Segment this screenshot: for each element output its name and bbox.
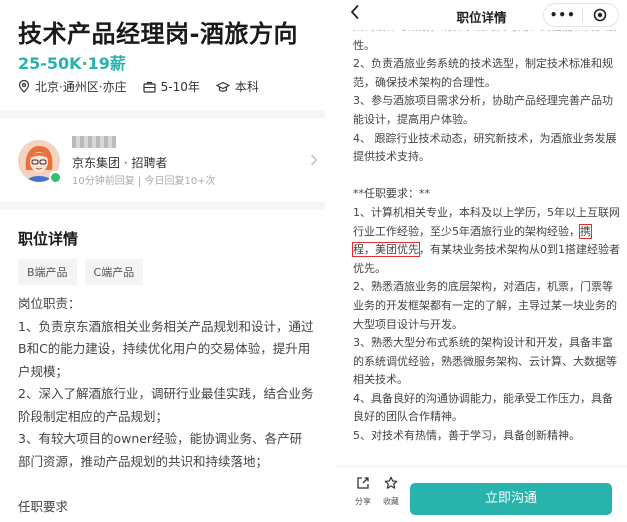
chevron-right-icon[interactable] xyxy=(310,154,318,170)
star-icon xyxy=(384,476,398,489)
recruiter-company-role: 京东集团 · 招聘者 xyxy=(72,156,168,170)
description-line: 任职要求 xyxy=(18,498,69,514)
miniprogram-capsule: ••• xyxy=(543,3,619,27)
job-title: 技术产品经理岗-酒旅方向 xyxy=(18,20,298,48)
recruiter-name-blurred xyxy=(72,136,116,148)
section-divider xyxy=(0,110,325,118)
education-text: 本科 xyxy=(234,80,259,94)
description-line: 2、深入了解酒旅行业，调研行业最佳实践，结合业务阶段制定相应的产品规划； xyxy=(18,386,314,424)
tag-b-product: B端产品 xyxy=(18,259,77,285)
recruiter-activity: 10分钟前回复 | 今日回复10+次 xyxy=(72,176,216,187)
briefcase-icon xyxy=(143,81,156,93)
chat-now-button[interactable]: 立即沟通 xyxy=(410,483,612,515)
description-line: 1、负责京东酒旅相关业务相关产品规划和设计，通过B和C的能力建设，持续优化用户的… xyxy=(18,318,314,379)
requirements-title: **任职要求：** xyxy=(353,187,430,201)
location-item: 北京·通州区·亦庄 xyxy=(18,78,127,95)
description-blank xyxy=(353,167,621,186)
online-status-dot xyxy=(49,171,62,184)
job-detail-page: 技术产品经理岗-酒旅方向 25-50K·19薪 北京·通州区·亦庄 5-10年 … xyxy=(0,0,325,522)
favorite-label: 收藏 xyxy=(383,497,399,506)
salary: 25-50K·19薪 xyxy=(18,54,126,73)
share-icon xyxy=(357,477,369,489)
experience-text: 5-10年 xyxy=(160,80,200,94)
phone-job-detail: 架构设计与规划，确保系统的高可用、高性能和高扩展性。 2、负责酒旅业务系统的技术… xyxy=(336,0,627,522)
job-meta: 北京·通州区·亦庄 5-10年 本科 xyxy=(18,78,275,95)
highlight-box: 携 xyxy=(579,223,592,239)
close-miniprogram-button[interactable] xyxy=(582,8,618,22)
requirement-item: 5、对技术有热情，善于学习，具备创新精神。 xyxy=(353,429,580,443)
description-line: 2、负责酒旅业务系统的技术选型，制定技术标准和规范，确保技术架构的合理性。 xyxy=(353,57,613,89)
bottom-action-bar: 分享 收藏 立即沟通 xyxy=(336,466,627,522)
share-label: 分享 xyxy=(355,497,371,506)
description-blank xyxy=(18,473,314,496)
requirement-item: 4、具备良好的沟通协调能力，能承受工作压力，具备良好的团队合作精神。 xyxy=(353,391,613,424)
requirement-item: 1、计算机相关专业，本科及以上学历，5年以上互联网行业工作经验，至少5年酒旅行业… xyxy=(352,204,621,278)
highlight-box: 程，美团优先 xyxy=(352,242,420,258)
recruiter-card[interactable]: 京东集团 · 招聘者 10分钟前回复 | 今日回复10+次 xyxy=(18,136,318,188)
description-line: 4、 跟踪行业技术动态，研究新技术，为酒旅业务发展提供技术支持。 xyxy=(353,131,617,164)
section-divider xyxy=(0,202,325,210)
experience-item: 5-10年 xyxy=(143,78,200,95)
navigation-bar: 职位详情 ••• xyxy=(336,0,627,30)
target-icon xyxy=(593,8,607,22)
location-pin-icon xyxy=(18,80,30,93)
description-line: 3、有较大项目的owner经验，能协调业务、各产研部门资源，推动产品规划的共识和… xyxy=(18,431,303,469)
job-description: 岗位职责： 1、负责京东酒旅相关业务相关产品规划和设计，通过B和C的能力建设，持… xyxy=(18,293,314,518)
graduation-cap-icon xyxy=(215,81,230,92)
education-item: 本科 xyxy=(215,78,259,95)
tag-list: B端产品 C端产品 xyxy=(18,259,151,285)
job-description-scroll[interactable]: 架构设计与规划，确保系统的高可用、高性能和高扩展性。 2、负责酒旅业务系统的技术… xyxy=(352,18,621,446)
requirement-item: 2、熟悉酒旅业务的底层架构，对酒店，机票，门票等业务的开发框架都有一定的了解，主… xyxy=(353,280,617,331)
more-options-button[interactable]: ••• xyxy=(544,8,582,22)
share-button[interactable]: 分享 xyxy=(350,475,376,507)
favorite-button[interactable]: 收藏 xyxy=(378,475,404,507)
description-line: 3、参与酒旅项目需求分析，协助产品经理完善产品功能设计，提高用户体验。 xyxy=(353,94,613,126)
tag-c-product: C端产品 xyxy=(84,259,144,285)
location-text: 北京·通州区·亦庄 xyxy=(35,80,127,94)
description-line: 岗位职责： xyxy=(18,296,81,311)
section-title-job-details: 职位详情 xyxy=(18,230,79,248)
requirement-item: 3、熟悉大型分布式系统的架构设计和开发，具备丰富的系统调优经验，熟悉微服务架构、… xyxy=(353,336,617,387)
